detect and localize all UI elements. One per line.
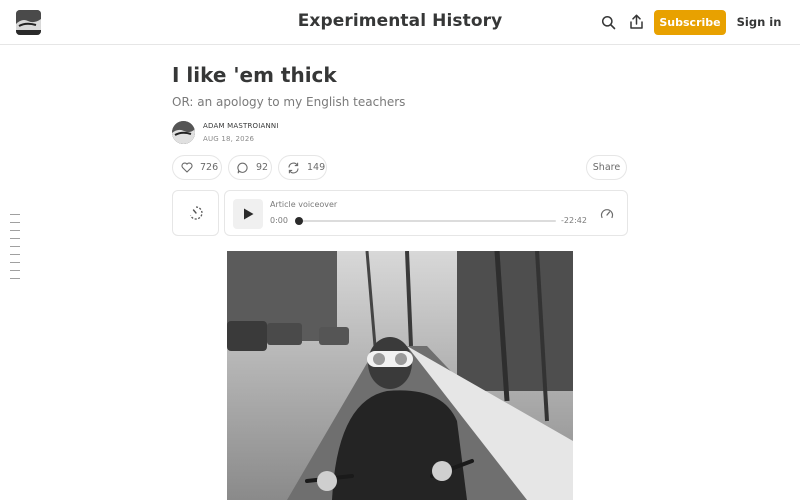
toc-line: [10, 222, 20, 223]
play-icon: [244, 208, 254, 220]
audio-player: Article voiceover 0:00 -22:42: [224, 190, 628, 236]
current-time: 0:00: [270, 216, 288, 225]
toc-line: [10, 262, 20, 263]
toc-line: [10, 214, 20, 215]
remaining-time: -22:42: [561, 216, 587, 225]
top-bar: Experimental History Subscribe Sign in: [0, 0, 800, 45]
toc-line: [10, 254, 20, 255]
comment-button[interactable]: 92: [228, 155, 272, 180]
search-icon[interactable]: [601, 15, 616, 30]
play-button[interactable]: [233, 199, 263, 229]
toc-line: [10, 246, 20, 247]
speedometer-icon[interactable]: [600, 207, 614, 221]
progress-track[interactable]: [299, 220, 556, 222]
heart-icon: [181, 162, 193, 173]
toc-line: [10, 278, 20, 279]
post-title: I like 'em thick: [172, 63, 337, 87]
like-count: 726: [200, 162, 219, 173]
restack-button[interactable]: 149: [278, 155, 327, 180]
restack-icon: [288, 162, 299, 173]
toc-line: [10, 230, 20, 231]
author-name[interactable]: ADAM MASTROIANNI: [203, 122, 279, 130]
share-label: Share: [592, 162, 621, 173]
table-of-contents-toggle[interactable]: [10, 214, 20, 286]
like-button[interactable]: 726: [172, 155, 222, 180]
toc-line: [10, 238, 20, 239]
comment-icon: [237, 162, 248, 173]
toc-line: [10, 270, 20, 271]
avatar[interactable]: [172, 121, 195, 144]
playback-speed-button[interactable]: [172, 190, 219, 236]
comment-count: 92: [256, 162, 269, 173]
site-logo[interactable]: [16, 10, 41, 35]
progress-knob[interactable]: [295, 217, 303, 225]
post-subtitle: OR: an apology to my English teachers: [172, 95, 406, 109]
restack-count: 149: [307, 162, 326, 173]
share-button[interactable]: Share: [586, 155, 627, 180]
subscribe-button[interactable]: Subscribe: [654, 10, 726, 35]
player-label: Article voiceover: [270, 200, 338, 209]
share-icon[interactable]: [629, 14, 644, 30]
post-date: AUG 18, 2026: [203, 135, 255, 143]
speed-icon: [189, 206, 203, 220]
hero-image[interactable]: [227, 251, 573, 500]
sign-in-button[interactable]: Sign in: [736, 10, 782, 35]
